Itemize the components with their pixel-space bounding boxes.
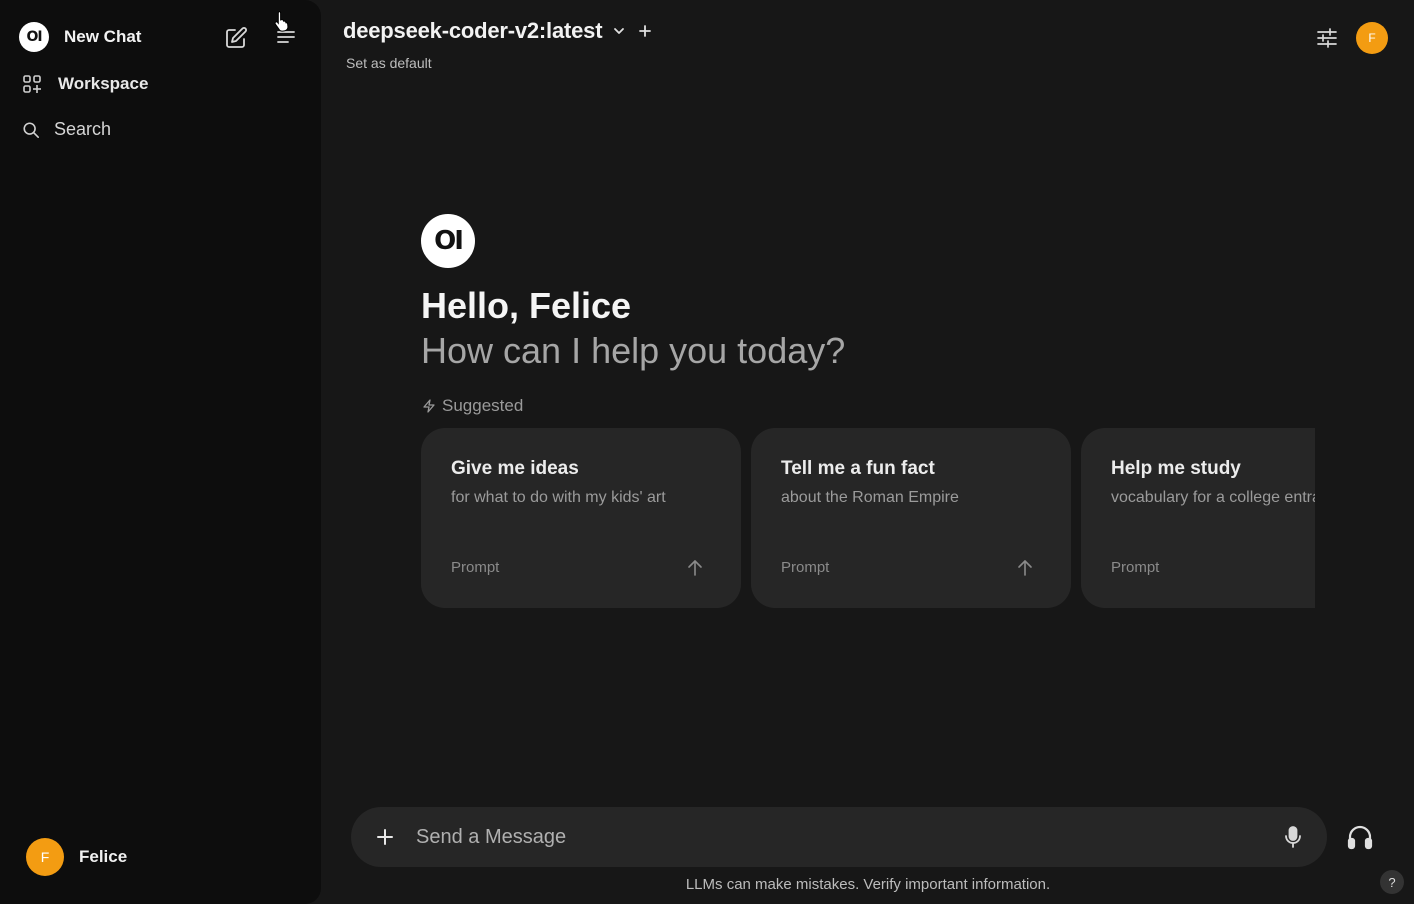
chevron-down-icon[interactable] — [612, 24, 626, 38]
suggestion-subtitle: vocabulary for a college entrance exam — [1111, 489, 1315, 506]
suggestion-kind: Prompt — [1111, 559, 1160, 576]
suggestion-title: Tell me a fun fact — [781, 458, 935, 479]
message-composer — [351, 807, 1327, 867]
welcome-logo: OI — [421, 214, 475, 268]
greeting-title: Hello, Felice — [421, 285, 632, 326]
suggestion-subtitle: for what to do with my kids' art — [451, 489, 666, 506]
add-model-icon[interactable] — [638, 24, 652, 38]
sidebar: OI New Chat Workspace Search F Felice — [0, 0, 321, 904]
header-avatar[interactable]: F — [1356, 22, 1388, 54]
model-selector[interactable]: deepseek-coder-v2:latest — [343, 18, 652, 44]
new-chat-button[interactable]: OI New Chat — [19, 22, 141, 52]
avatar: F — [26, 838, 64, 876]
search-label: Search — [54, 119, 112, 139]
sidebar-item-workspace[interactable]: Workspace — [22, 74, 148, 94]
sidebar-item-search[interactable]: Search — [22, 119, 111, 140]
greeting-subtitle: How can I help you today? — [421, 330, 846, 371]
microphone-icon[interactable] — [1280, 824, 1306, 850]
user-name: Felice — [79, 847, 128, 866]
arrow-up-icon — [1018, 560, 1032, 576]
suggestion-kind: Prompt — [781, 559, 830, 576]
plus-icon[interactable] — [371, 823, 399, 851]
search-icon — [23, 121, 40, 138]
suggestion-kind: Prompt — [451, 559, 500, 576]
set-default-link[interactable]: Set as default — [346, 55, 432, 71]
disclaimer-text: LLMs can make mistakes. Verify important… — [685, 876, 1051, 893]
help-button[interactable]: ? — [1380, 870, 1404, 894]
new-chat-label: New Chat — [64, 27, 142, 46]
lightning-icon — [423, 399, 435, 413]
suggestion-title: Help me study — [1111, 458, 1241, 479]
controls-icon[interactable] — [1314, 25, 1340, 51]
suggestion-card[interactable]: Help me study vocabulary for a college e… — [1081, 428, 1315, 608]
arrow-up-icon — [688, 560, 702, 576]
suggestion-card[interactable]: Give me ideas for what to do with my kid… — [421, 428, 741, 608]
hand-cursor-icon — [274, 11, 289, 32]
suggestion-card[interactable]: Tell me a fun fact about the Roman Empir… — [751, 428, 1071, 608]
workspace-label: Workspace — [58, 74, 149, 93]
app-logo: OI — [19, 22, 49, 52]
suggestion-list: Give me ideas for what to do with my kid… — [421, 428, 1315, 608]
user-menu[interactable]: F Felice — [26, 838, 127, 876]
message-input[interactable] — [416, 821, 1256, 853]
app-window: OI New Chat Workspace Search F Felice de… — [0, 0, 1414, 904]
suggestion-subtitle: about the Roman Empire — [781, 489, 959, 506]
suggested-label: Suggested — [442, 396, 524, 415]
suggestion-title: Give me ideas — [451, 458, 579, 479]
compose-icon[interactable] — [223, 25, 249, 51]
headphones-icon[interactable] — [1345, 822, 1375, 852]
workspace-icon — [23, 75, 41, 93]
model-name: deepseek-coder-v2:latest — [343, 18, 603, 43]
suggested-heading: Suggested — [422, 396, 523, 416]
